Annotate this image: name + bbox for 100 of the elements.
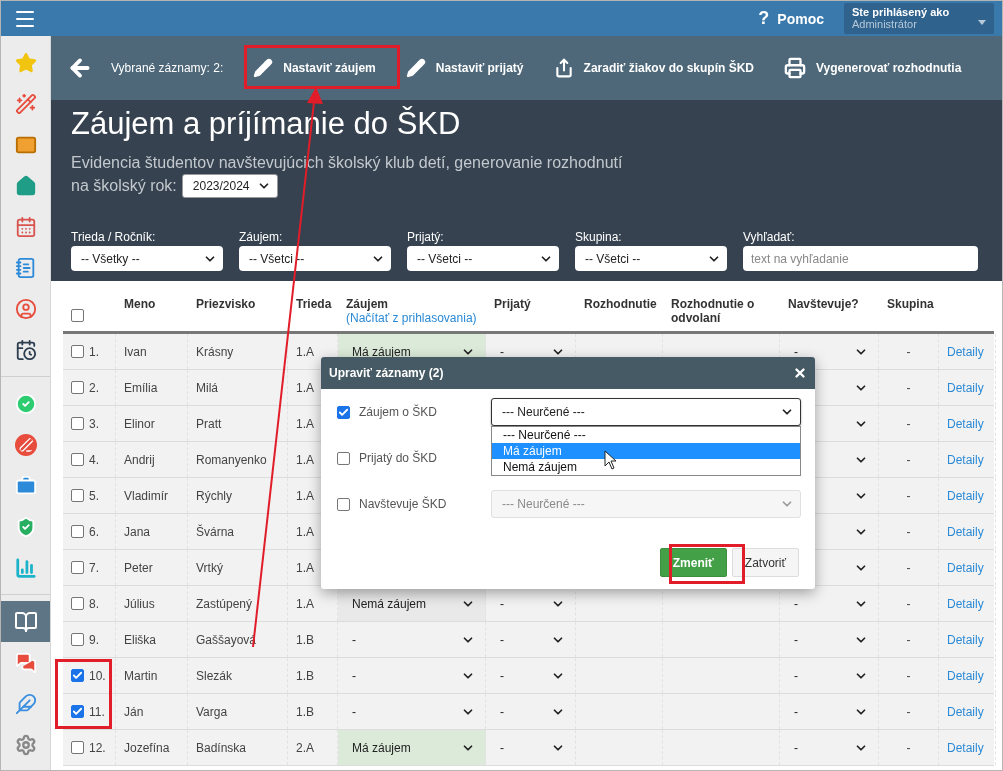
- table-cell: Vladimír: [124, 488, 168, 503]
- column-header: Rozhodnutie o odvolaní: [671, 297, 756, 325]
- accepted-select[interactable]: -: [490, 735, 571, 760]
- table-cell: Eliška: [124, 632, 156, 647]
- table-cell: -: [906, 560, 911, 575]
- row-number: 10.: [89, 668, 106, 683]
- table-cell: Milá: [196, 380, 218, 395]
- accepted-select[interactable]: -: [490, 591, 571, 616]
- user-name: Administrátor: [852, 18, 917, 30]
- table-cell: 1.A: [296, 452, 314, 467]
- column-header: Navštevuje?: [788, 297, 860, 311]
- row-number: 12.: [89, 740, 106, 755]
- search-field[interactable]: text na vyhľadanie: [743, 246, 978, 271]
- toolbar-button[interactable]: Nastaviť prijatý: [393, 50, 536, 86]
- table-cell: -: [906, 668, 911, 683]
- row-number: 9.: [89, 632, 99, 647]
- table-cell: Krásny: [196, 344, 234, 359]
- table-cell: Jozefína: [124, 740, 170, 755]
- table-cell: 1.A: [296, 596, 314, 611]
- selection-count: Vybrané záznamy: 2:: [111, 61, 224, 75]
- table-cell: -: [906, 344, 911, 359]
- table-cell: 1.B: [296, 632, 314, 647]
- year-select[interactable]: 2023/2024: [181, 174, 278, 198]
- table-cell: -: [906, 740, 911, 755]
- table-cell: -: [906, 524, 911, 539]
- attends-select[interactable]: -: [784, 339, 874, 364]
- table-cell: Slezák: [196, 668, 233, 683]
- help-button[interactable]: ? Pomoc: [758, 8, 824, 29]
- table-cell: 1.A: [296, 344, 314, 359]
- table-cell: 1.B: [296, 668, 314, 683]
- table-cell: Švárna: [196, 524, 235, 539]
- row-number: 11.: [89, 704, 105, 719]
- row-number: 2.: [89, 380, 99, 395]
- row-number: 3.: [89, 416, 99, 431]
- interest-select[interactable]: -: [342, 699, 481, 724]
- year-label: na školský rok:: [71, 177, 177, 195]
- table-cell: Vrtký: [196, 560, 223, 575]
- filter-select[interactable]: -- Všetci --: [407, 246, 559, 271]
- user-caption: Ste prihlásený ako: [852, 6, 951, 18]
- table-cell: Elinor: [124, 416, 155, 431]
- field-label: Navštevuje ŠKD: [359, 497, 447, 511]
- toolbar-button[interactable]: Zaradiť žiakov do skupín ŠKD: [541, 50, 766, 86]
- column-header: Rozhodnutie: [584, 297, 655, 311]
- row-number: 5.: [89, 488, 99, 503]
- table-cell: -: [906, 704, 911, 719]
- row-number: 4.: [89, 452, 99, 467]
- user-menu[interactable]: Ste prihlásený ako Administrátor: [844, 3, 994, 34]
- field-label: Záujem o ŠKD: [359, 405, 438, 419]
- table-cell: Jana: [124, 524, 151, 539]
- filter-select[interactable]: -- Všetky --: [71, 246, 223, 271]
- field-label: Prijatý do ŠKD: [359, 451, 438, 465]
- row-number: 6.: [89, 524, 99, 539]
- table-cell: Pratt: [196, 416, 222, 431]
- field-select[interactable]: --- Neurčené ---: [491, 398, 801, 426]
- close-dialog-button[interactable]: Zatvoriť: [731, 548, 799, 577]
- accepted-select[interactable]: -: [490, 663, 571, 688]
- dialog-title: Upraviť záznamy (2): [329, 366, 444, 380]
- interest-select[interactable]: -: [342, 663, 481, 688]
- table-cell: Martin: [124, 668, 158, 683]
- toolbar-button[interactable]: Vygenerovať rozhodnutia: [772, 49, 974, 87]
- attends-select[interactable]: -: [784, 627, 874, 652]
- filter-label: Skupina:: [575, 230, 623, 244]
- load-link[interactable]: (Načítať z prihlasovania): [346, 311, 478, 325]
- accepted-select[interactable]: -: [490, 627, 571, 652]
- column-header: Trieda: [296, 297, 330, 311]
- attends-select[interactable]: -: [784, 735, 874, 760]
- table-cell: Július: [124, 596, 155, 611]
- table-cell: Romanyenko: [196, 452, 267, 467]
- filter-label: Trieda / Ročník:: [71, 230, 157, 244]
- table-cell: Badínska: [196, 740, 247, 755]
- table-cell: 1.A: [296, 416, 314, 431]
- table-cell: Rýchly: [196, 488, 232, 503]
- filter-label: Záujem:: [239, 230, 284, 244]
- column-header: Záujem: [346, 297, 389, 311]
- table-cell: Zastúpený: [196, 596, 253, 611]
- row-number: 8.: [89, 596, 99, 611]
- accepted-select[interactable]: -: [490, 339, 571, 364]
- table-cell: Emília: [124, 380, 158, 395]
- table-cell: 1.A: [296, 560, 314, 575]
- accepted-select[interactable]: -: [490, 699, 571, 724]
- table-cell: -: [906, 488, 911, 503]
- toolbar-button[interactable]: Nastaviť záujem: [241, 50, 388, 86]
- table-cell: 1.A: [296, 488, 314, 503]
- table-cell: Peter: [124, 560, 153, 575]
- column-header: Meno: [124, 297, 157, 311]
- table-cell: -: [906, 416, 911, 431]
- attends-select[interactable]: -: [784, 591, 874, 616]
- attends-select[interactable]: -: [784, 699, 874, 724]
- row-number: 1.: [89, 344, 99, 359]
- filter-select[interactable]: -- Všetci --: [239, 246, 391, 271]
- table-cell: Varga: [196, 704, 228, 719]
- interest-select[interactable]: -: [342, 627, 481, 652]
- table-cell: -: [906, 596, 911, 611]
- filter-select[interactable]: -- Všetci --: [575, 246, 727, 271]
- filter-label: Vyhľadať:: [743, 230, 796, 244]
- filter-label: Prijatý:: [407, 230, 445, 244]
- table-cell: -: [906, 380, 911, 395]
- attends-select[interactable]: -: [784, 663, 874, 688]
- table-cell: -: [906, 632, 911, 647]
- table-cell: 1.A: [296, 380, 314, 395]
